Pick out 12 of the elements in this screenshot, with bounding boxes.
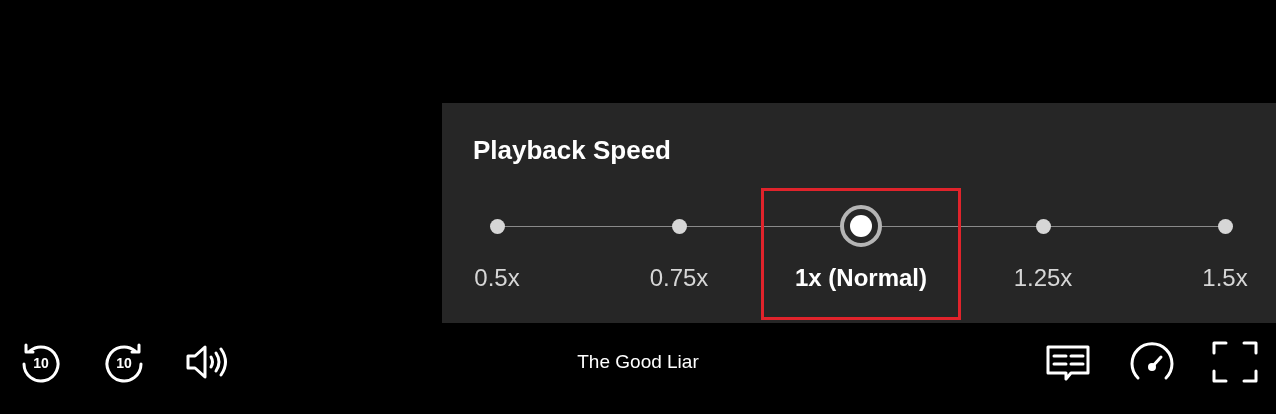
speed-dot[interactable]: [671, 218, 687, 234]
speed-option[interactable]: 1x (Normal): [795, 264, 928, 292]
speed-dot[interactable]: [1217, 218, 1233, 234]
speed-dot[interactable]: [489, 218, 505, 234]
speed-option[interactable]: 0.75x: [649, 264, 709, 292]
speed-option[interactable]: 0.5x: [474, 264, 520, 292]
panel-title: Playback Speed: [473, 135, 671, 165]
speed-dot[interactable]: [1035, 218, 1051, 234]
movie-title: The Good Liar: [577, 350, 699, 373]
selected-speed-dot[interactable]: [840, 205, 882, 247]
speed-option[interactable]: 1.25x: [1013, 264, 1073, 292]
speed-option[interactable]: 1.5x: [1202, 264, 1248, 292]
